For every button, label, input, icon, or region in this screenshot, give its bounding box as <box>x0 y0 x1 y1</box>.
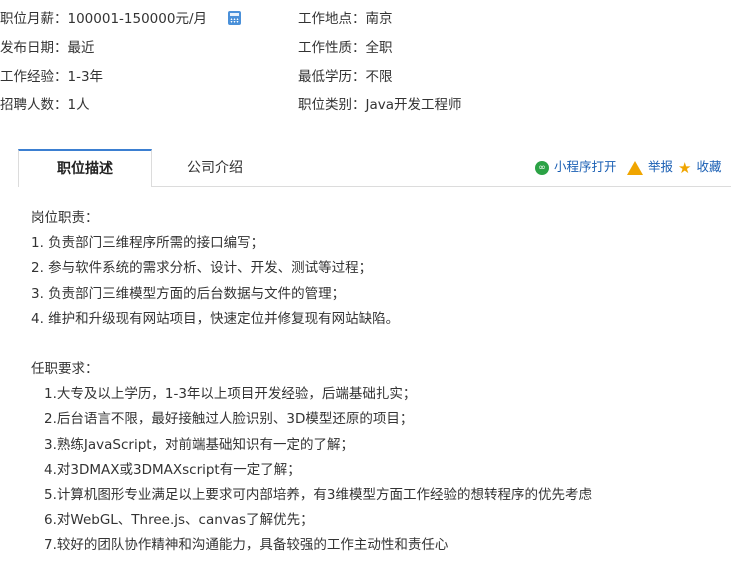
category-info: 职位类别：Java开发工程师 <box>298 97 462 113</box>
duty-item: 4. 维护和升级现有网站项目，快速定位并修复现有网站缺陷。 <box>31 310 400 327</box>
report-button[interactable]: 举报 <box>627 158 673 176</box>
requirement-item: 3.熟练JavaScript，对前端基础知识有一定的了解； <box>44 436 355 453</box>
experience-info: 工作经验：1-3年 <box>0 69 104 85</box>
salary-info: 职位月薪：100001-150000元/月 <box>0 11 207 27</box>
favorite-button[interactable]: ★ 收藏 <box>678 158 721 176</box>
calculator-icon[interactable] <box>228 11 241 25</box>
mini-program-open-button[interactable]: ∞ 小程序打开 <box>535 158 617 176</box>
tab-company-intro[interactable]: 公司介绍 <box>178 150 252 186</box>
duty-item: 2. 参与软件系统的需求分析、设计、开发、测试等过程； <box>31 260 373 277</box>
mini-program-icon: ∞ <box>535 160 549 175</box>
duty-item: 3. 负责部门三维模型方面的后台数据与文件的管理； <box>31 285 346 302</box>
requirement-item: 5.计算机图形专业满足以上要求可内部培养，有3维模型方面工作经验的想转程序的优先… <box>44 486 592 503</box>
favorite-label: 收藏 <box>696 159 722 174</box>
requirement-item: 7.较好的团队协作精神和沟通能力，具备较强的工作主动性和责任心 <box>44 537 449 554</box>
mini-program-label: 小程序打开 <box>554 159 617 174</box>
education-info: 最低学历：不限 <box>298 69 393 85</box>
duty-item: 1. 负责部门三维程序所需的接口编写； <box>31 235 265 252</box>
requirements-title: 任职要求： <box>31 360 99 377</box>
duties-title: 岗位职责： <box>31 210 99 226</box>
requirement-item: 4.对3DMAX或3DMAXscript有一定了解； <box>44 461 301 478</box>
job-nature-info: 工作性质：全职 <box>298 40 393 56</box>
requirement-item: 6.对WebGL、Three.js、canvas了解优先； <box>44 512 314 529</box>
location-info: 工作地点：南京 <box>298 11 393 27</box>
requirement-item: 1.大专及以上学历，1-3年以上项目开发经验，后端基础扎实； <box>44 386 417 403</box>
star-icon: ★ <box>678 158 692 177</box>
warning-icon <box>627 160 643 175</box>
report-label: 举报 <box>648 159 674 174</box>
tab-job-description[interactable]: 职位描述 <box>18 149 152 187</box>
tab-bar: 职位描述 公司介绍 <box>18 149 731 187</box>
publish-date-info: 发布日期：最近 <box>0 40 95 56</box>
job-description: 岗位职责： 1. 负责部门三维程序所需的接口编写； 2. 参与软件系统的需求分析… <box>31 206 721 558</box>
requirement-item: 2.后台语言不限，最好接触过人脸识别、3D模型还原的项目； <box>44 411 414 428</box>
headcount-info: 招聘人数：1人 <box>0 97 90 113</box>
